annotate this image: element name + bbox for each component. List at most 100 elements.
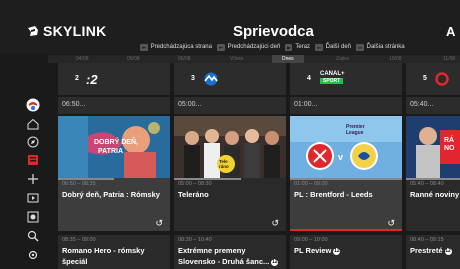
program-time: 05:00 – 08:30	[178, 181, 212, 187]
program-card[interactable]: v Premier League 01:00 – 09:00 PL : Bren…	[290, 116, 402, 231]
joj-logo-icon	[434, 72, 450, 86]
date-item[interactable]: 04/08	[76, 55, 89, 63]
channel-column: 4 CANAL+ SPORT 01:00... v Premier League	[290, 63, 402, 269]
program-time: 09:00 – 10:00	[294, 237, 328, 243]
date-strip: 04/08 05/08 06/08 Včera Dnes Zajtra 10/0…	[48, 55, 460, 63]
now-button[interactable]: ▶ Teraz	[285, 43, 311, 51]
channel-header[interactable]: 5	[406, 63, 460, 95]
logo-text: SKYLINK	[43, 23, 107, 39]
prev-day-key-icon: ⏮	[216, 43, 225, 51]
date-item[interactable]: 06/08	[178, 55, 191, 63]
page-title: Sprievodca	[233, 23, 314, 40]
live-indicator	[290, 229, 402, 231]
replay-icon[interactable]: ↺	[387, 218, 395, 229]
program-thumbnail: v Premier League	[290, 116, 402, 178]
program-title: PL Review 12	[294, 245, 400, 256]
recordings-icon[interactable]	[26, 191, 40, 205]
markiza-logo-icon	[202, 72, 220, 86]
svg-text:RÁ: RÁ	[444, 135, 454, 144]
home-icon[interactable]	[26, 117, 40, 131]
date-item[interactable]: 11/08	[443, 55, 455, 63]
next-day-key-icon: ⏭	[315, 43, 323, 51]
replay-icon[interactable]: ↺	[155, 218, 163, 229]
time-row: 06:50...	[58, 97, 170, 114]
age-rating-badge: 12	[444, 247, 452, 255]
program-time: 01:00 – 09:00	[294, 181, 328, 187]
next-page-button[interactable]: ⏭ Ďalšia stránka	[356, 43, 405, 51]
channel-column: 5 05:40... RÁ NO 05:40 – 08:40 Ranné nov…	[406, 63, 460, 269]
program-card[interactable]: DOBRÝ DEŇ, PATRIA 06:50 – 08:35 Dobrý de…	[58, 116, 170, 231]
now-key-icon: ▶	[285, 43, 293, 51]
channel-column: 3 05:00... Tele ráno 05:00 – 08:30 Teler…	[174, 63, 286, 269]
program-card[interactable]: 09:00 – 10:00 PL Review 12	[290, 235, 402, 269]
program-title-text: Prestreté	[410, 246, 443, 255]
prev-page-button[interactable]: ⏮ Predchádzajúca strana	[140, 43, 212, 51]
program-thumbnail: Tele ráno	[174, 116, 286, 178]
svg-text:NO: NO	[444, 145, 455, 152]
program-time: 06:50 – 08:35	[62, 181, 96, 187]
date-item[interactable]: Včera	[230, 55, 243, 63]
sport-logo-text: SPORT	[320, 78, 344, 84]
svg-text:ráno: ráno	[219, 164, 229, 169]
next-page-label: Ďalšia stránka	[366, 44, 405, 50]
date-item[interactable]: 10/08	[389, 55, 402, 63]
date-item-today[interactable]: Dnes	[272, 55, 304, 63]
plus-icon[interactable]	[26, 172, 40, 186]
channel-header[interactable]: 3	[174, 63, 286, 95]
program-title-text: PL Review	[294, 246, 332, 255]
profile-icon[interactable]	[26, 98, 40, 112]
program-title: Romano Hero - rómsky špeciál	[62, 245, 168, 267]
header-cut-text: A	[446, 24, 456, 39]
program-title: Teleráno	[178, 190, 209, 199]
program-thumbnail: DOBRÝ DEŇ, PATRIA	[58, 116, 170, 178]
program-card[interactable]: Tele ráno 05:00 – 08:30 Teleráno ↺	[174, 116, 286, 231]
date-item[interactable]: 05/08	[127, 55, 140, 63]
program-time: 05:40 – 08:40	[410, 181, 444, 187]
age-rating-badge: 12	[271, 258, 279, 266]
prev-page-label: Predchádzajúca strana	[150, 44, 212, 50]
compass-icon[interactable]	[26, 135, 40, 149]
channel-header[interactable]: 2 :2	[58, 63, 170, 95]
program-card[interactable]: 08:30 – 10:40 Extrémne premeny Slovensko…	[174, 235, 286, 269]
time-row: 05:40...	[406, 97, 460, 114]
next-page-key-icon: ⏭	[356, 43, 364, 51]
progress-bar	[290, 178, 402, 180]
canal-sport-logo: CANAL+ SPORT	[320, 71, 345, 85]
program-title: Ranné noviny	[410, 190, 460, 199]
program-card[interactable]: RÁ NO 05:40 – 08:40 Ranné noviny	[406, 116, 460, 231]
svg-text:v: v	[338, 152, 343, 162]
search-icon[interactable]	[26, 229, 40, 243]
channel-logo-text: :2	[86, 71, 98, 87]
channel-header[interactable]: 4 CANAL+ SPORT	[290, 63, 402, 95]
time-row: 01:00...	[290, 97, 402, 114]
program-card[interactable]: 08:35 – 09:00 Romano Hero - rómsky špeci…	[58, 235, 170, 269]
now-label: Teraz	[295, 44, 311, 50]
program-time: 08:40 – 09:15	[410, 237, 444, 243]
record-icon[interactable]	[26, 210, 40, 224]
channel-logo: :2	[86, 71, 98, 87]
svg-text:PATRIA: PATRIA	[98, 148, 123, 155]
date-item[interactable]: Zajtra	[336, 55, 349, 63]
program-thumbnail: RÁ NO	[406, 116, 460, 178]
program-title: Prestreté 12	[410, 245, 460, 256]
progress-bar	[174, 178, 242, 180]
prev-page-key-icon: ⏮	[140, 43, 148, 51]
channel-number: 5	[423, 75, 427, 82]
program-time: 08:30 – 10:40	[178, 237, 212, 243]
program-card[interactable]: 08:40 – 09:15 Prestreté 12	[406, 235, 460, 269]
settings-icon[interactable]	[26, 248, 40, 262]
next-day-button[interactable]: ⏭ Ďalší deň	[315, 43, 352, 51]
svg-text:League: League	[346, 130, 364, 136]
program-title: PL : Brentford - Leeds	[294, 190, 373, 199]
program-title-text: Romano Hero - rómsky špeciál	[62, 246, 145, 266]
guide-icon[interactable]	[26, 153, 40, 167]
program-title: Extrémne premeny Slovensko - Druhá šanc.…	[178, 245, 284, 267]
prev-day-label: Predchádzajúci deň	[227, 44, 281, 50]
replay-icon[interactable]: ↺	[271, 218, 279, 229]
program-title-text: Extrémne premeny Slovensko - Druhá šanc.…	[178, 246, 270, 266]
prev-day-button[interactable]: ⏮ Predchádzajúci deň	[216, 43, 281, 51]
next-day-label: Ďalší deň	[325, 44, 352, 50]
program-title: Dobrý deň, Patria : Rómsky	[62, 190, 160, 199]
canal-logo-text: CANAL+	[320, 71, 345, 77]
skylink-logo: SKYLINK	[27, 23, 107, 39]
